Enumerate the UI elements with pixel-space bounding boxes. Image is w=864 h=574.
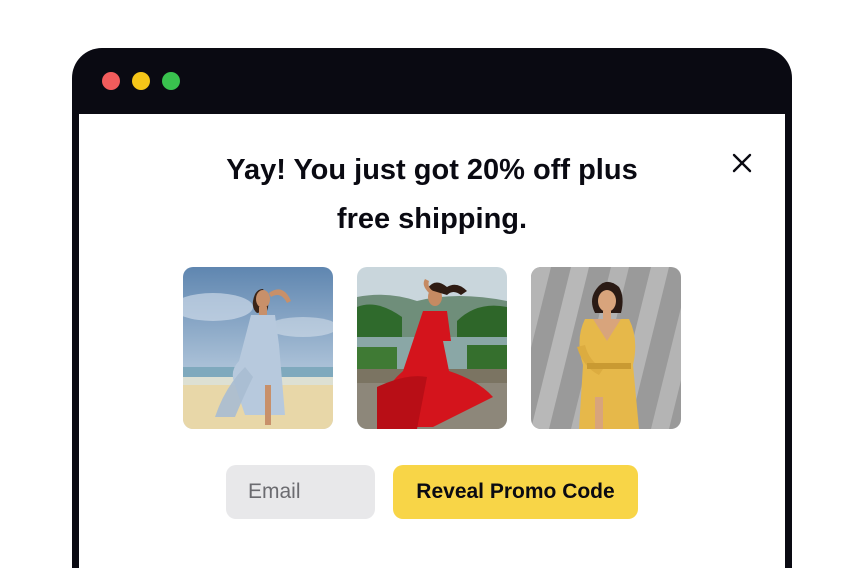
email-input[interactable] [226, 465, 375, 519]
window-minimize-dot[interactable] [132, 72, 150, 90]
window-close-dot[interactable] [102, 72, 120, 90]
woman-blue-dress-beach-photo [183, 267, 333, 429]
browser-window: Yay! You just got 20% off plus free ship… [72, 48, 792, 574]
popup-headline: Yay! You just got 20% off plus free ship… [79, 146, 785, 244]
headline-line-2: free shipping. [336, 203, 528, 235]
headline-line-1: Yay! You just got 20% off plus [226, 154, 638, 186]
promo-popup: Yay! You just got 20% off plus free ship… [79, 114, 785, 574]
woman-red-dress-river-photo [357, 267, 507, 429]
woman-yellow-dress-wall-photo [531, 267, 681, 429]
window-maximize-dot[interactable] [162, 72, 180, 90]
reveal-promo-code-button[interactable]: Reveal Promo Code [393, 465, 638, 519]
